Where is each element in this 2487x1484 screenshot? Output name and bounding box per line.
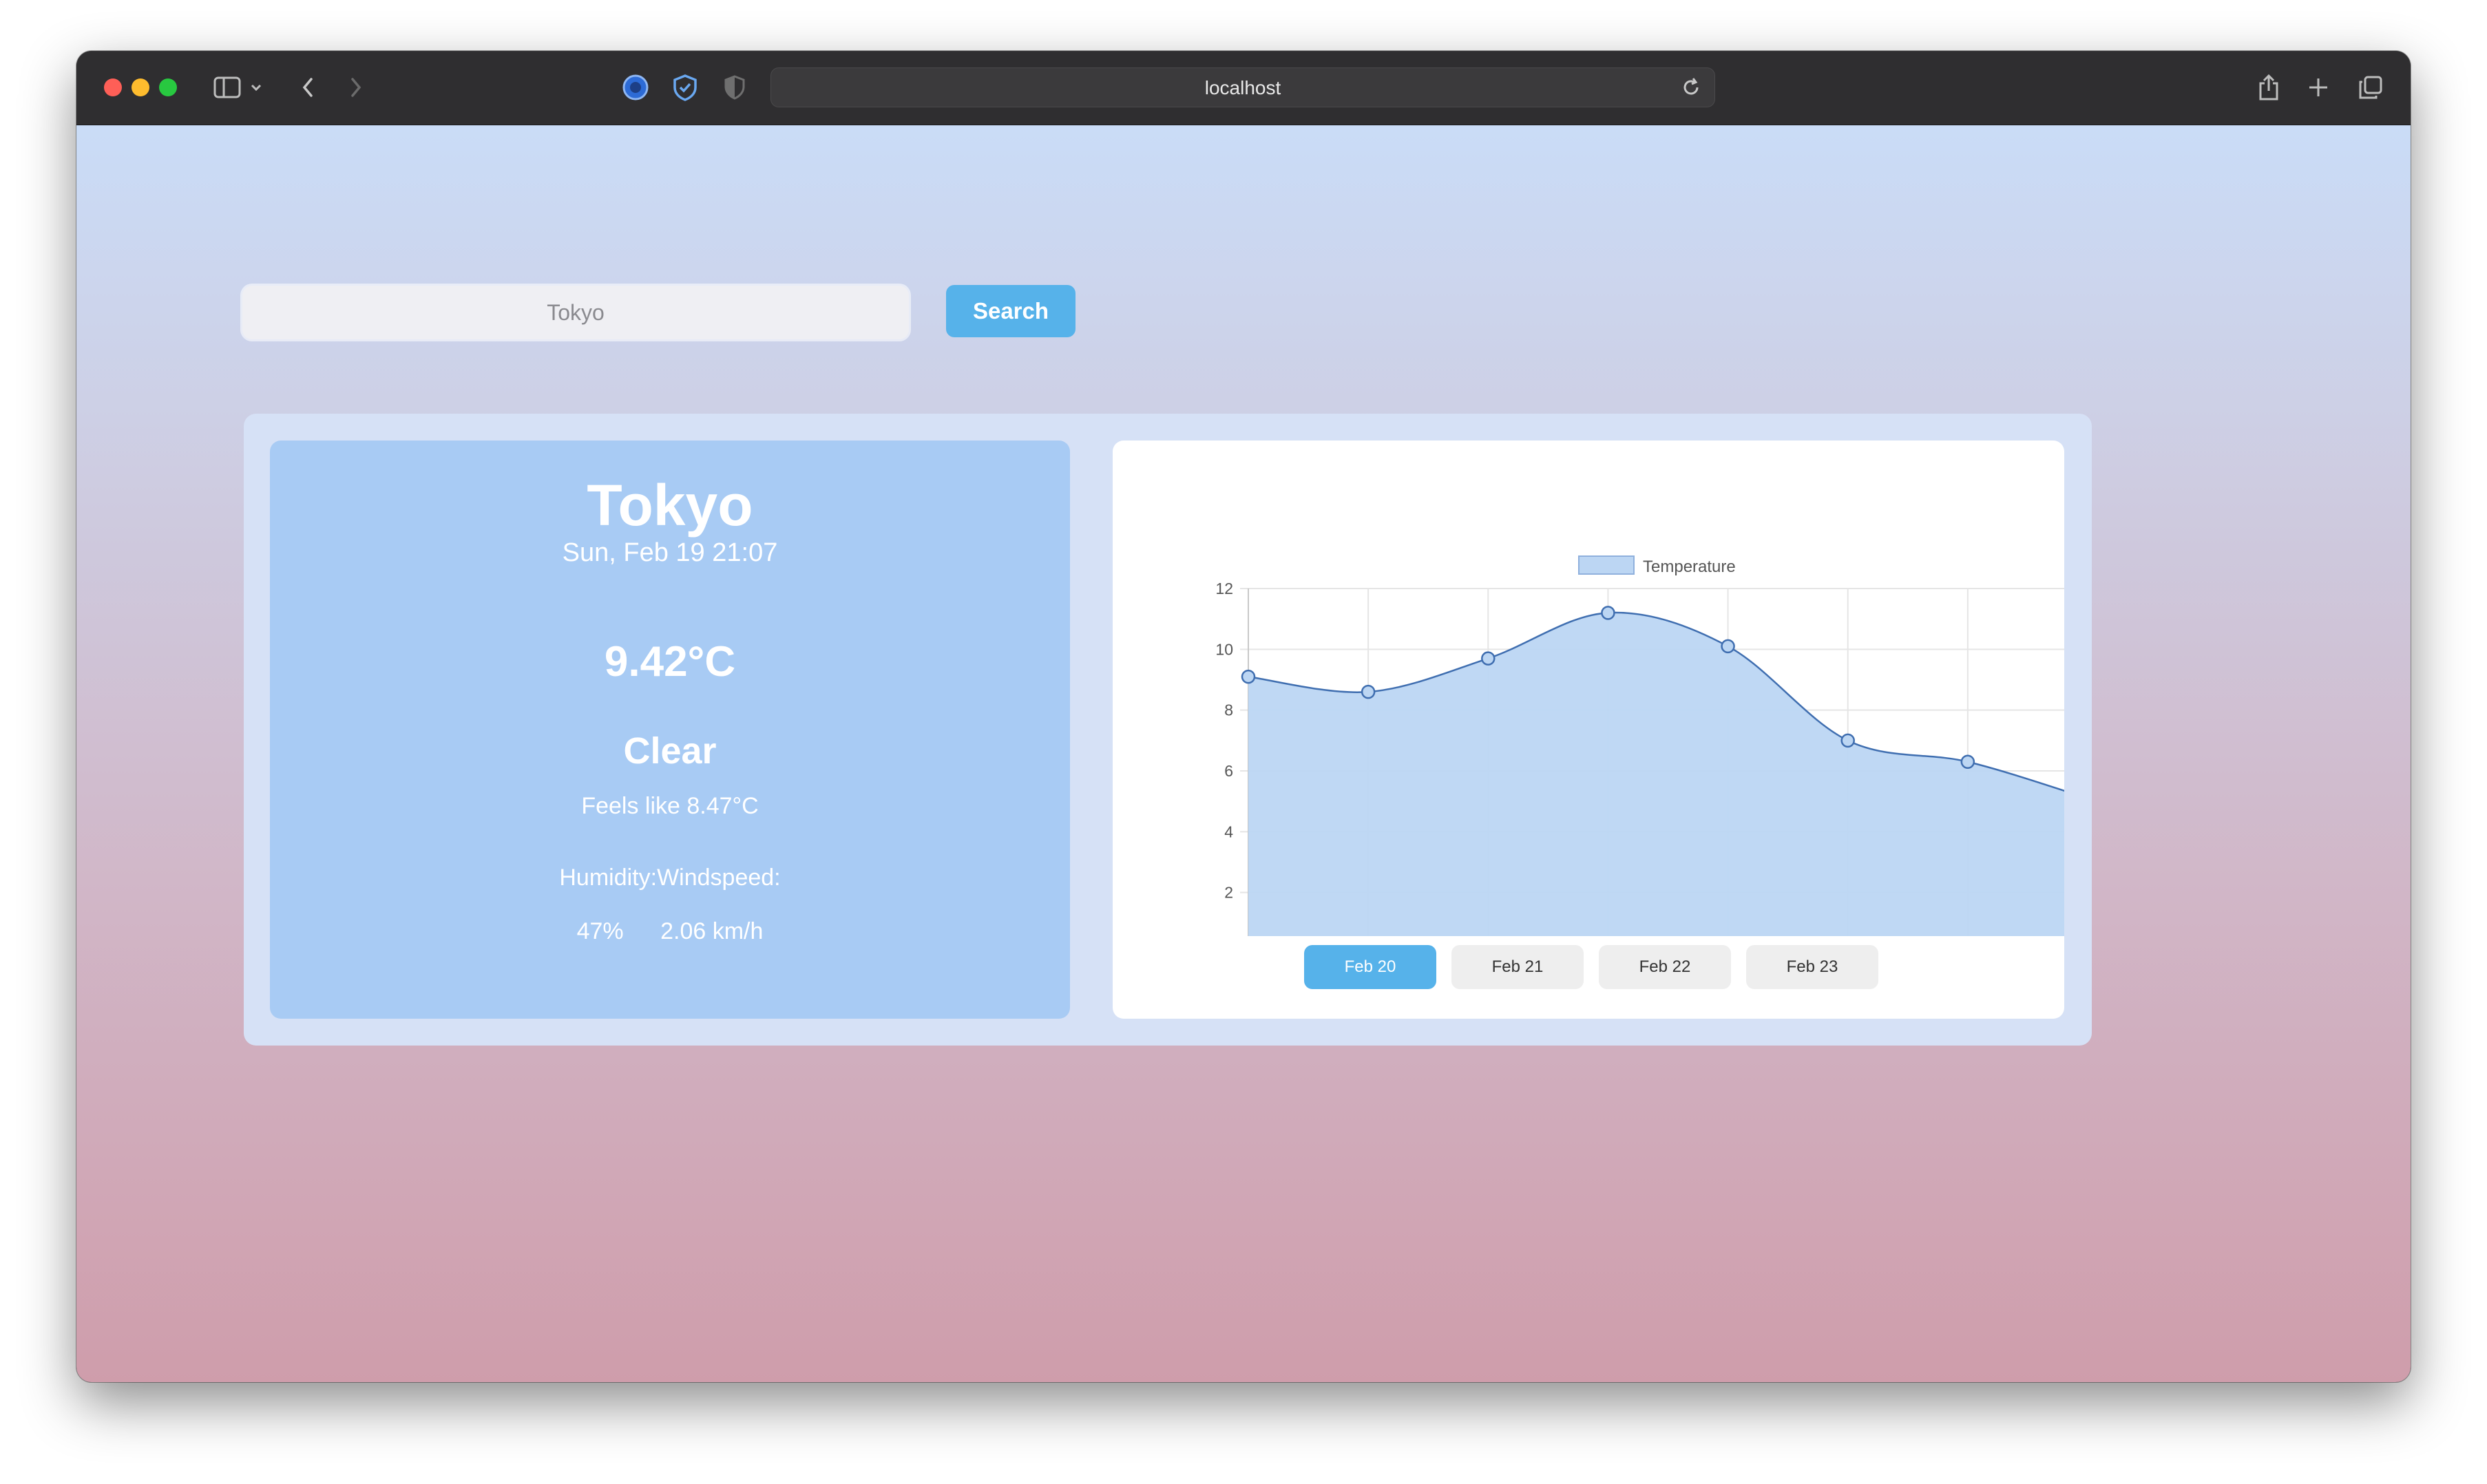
address-bar[interactable]: localhost: [770, 67, 1715, 107]
feels-like: Feels like 8.47°C: [581, 793, 759, 819]
legend-swatch: [1578, 555, 1635, 575]
humidity-label: Humidity:: [559, 865, 658, 891]
y-tick-label: 12: [1215, 580, 1233, 597]
weather-condition: Clear: [623, 730, 717, 772]
share-icon[interactable]: [2254, 67, 2284, 107]
y-tick-label: 10: [1215, 640, 1233, 658]
temperature-point: [1721, 639, 1735, 654]
city-search-input[interactable]: [242, 286, 909, 339]
reload-icon[interactable]: [1680, 76, 1702, 98]
day-tab[interactable]: Feb 20: [1304, 945, 1436, 989]
temperature-point: [1601, 606, 1615, 620]
browser-toolbar: localhost: [76, 51, 2411, 125]
windspeed-value: 2.06 km/h: [660, 918, 764, 944]
forward-icon[interactable]: [342, 67, 370, 107]
y-tick-label: 8: [1224, 701, 1233, 719]
temperature-point: [1840, 733, 1855, 748]
day-tab[interactable]: Feb 22: [1599, 945, 1731, 989]
humidity-value: 47%: [576, 918, 624, 944]
temperature-point: [1361, 684, 1376, 699]
privacy-extension-icon[interactable]: [620, 67, 651, 107]
minimize-window-button[interactable]: [132, 78, 149, 96]
legend-label: Temperature: [1643, 558, 1736, 576]
shield-half-icon[interactable]: [721, 67, 748, 107]
sidebar-toggle-icon[interactable]: [211, 67, 243, 107]
temperature-chart: 02468101200:0003:0006:0009:0012:0015:001…: [1215, 555, 2064, 936]
y-tick-label: 4: [1224, 823, 1233, 840]
windspeed-label: Windspeed:: [657, 865, 781, 891]
temperature-chart-card: 02468101200:0003:0006:0009:0012:0015:001…: [1113, 441, 2064, 1019]
search-button[interactable]: Search: [946, 285, 1075, 337]
zoom-window-button[interactable]: [159, 78, 177, 96]
chevron-down-icon[interactable]: [249, 67, 264, 107]
day-tab[interactable]: Feb 23: [1746, 945, 1878, 989]
tab-overview-icon[interactable]: [2355, 67, 2386, 107]
current-weather-card: Tokyo Sun, Feb 19 21:07 9.42°C Clear Fee…: [270, 441, 1070, 1019]
shield-check-icon[interactable]: [670, 67, 700, 107]
y-tick-label: 6: [1224, 762, 1233, 780]
url-text: localhost: [1204, 77, 1281, 98]
temperature-area: [1248, 613, 2064, 936]
new-tab-icon[interactable]: [2303, 67, 2333, 107]
temperature-point: [1241, 669, 1256, 684]
temperature-point: [1960, 754, 1975, 769]
city-name: Tokyo: [587, 473, 753, 538]
back-icon[interactable]: [294, 67, 322, 107]
close-window-button[interactable]: [104, 78, 122, 96]
day-tab[interactable]: Feb 21: [1451, 945, 1584, 989]
stat-values: 47% 2.06 km/h: [270, 918, 1070, 945]
temperature-point: [1481, 651, 1496, 666]
y-tick-label: 2: [1224, 884, 1233, 902]
stat-labels: Humidity:Windspeed:: [270, 865, 1070, 891]
day-tabs: Feb 20 Feb 21 Feb 22 Feb 23: [1304, 945, 1878, 989]
current-temperature: 9.42°C: [604, 638, 736, 686]
current-datetime: Sun, Feb 19 21:07: [562, 538, 778, 567]
